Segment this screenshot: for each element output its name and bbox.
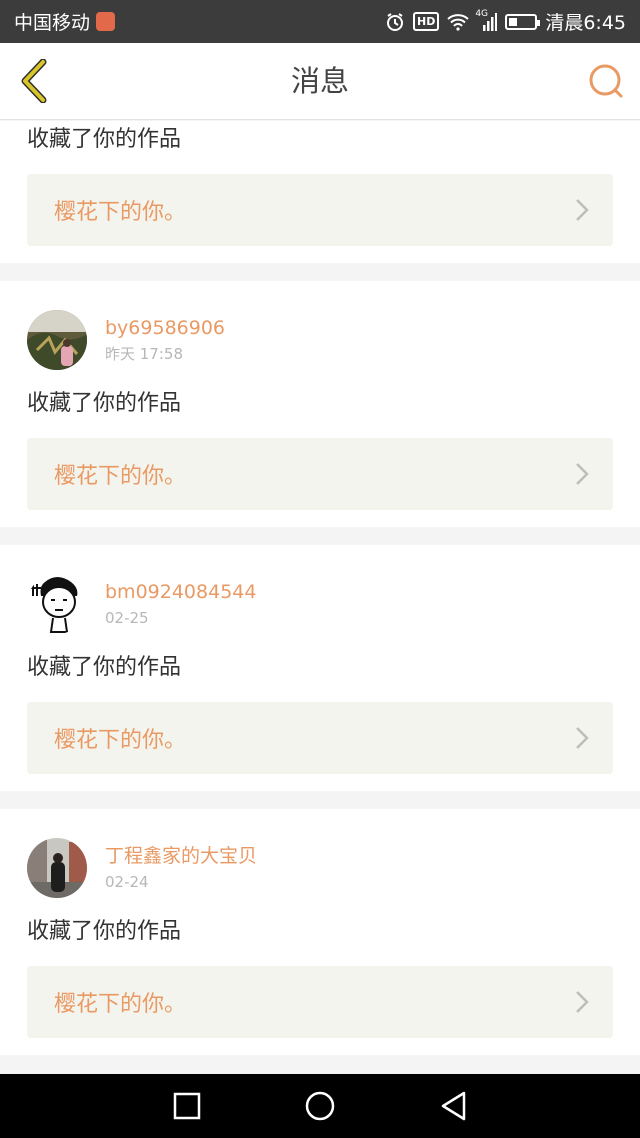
message-card: by69586906 昨天 17:58 收藏了你的作品 樱花下的你。 (0, 281, 640, 527)
status-left: 中国移动 (14, 8, 116, 35)
chevron-right-icon (575, 198, 589, 222)
alarm-icon (385, 12, 405, 32)
circle-icon (305, 1091, 335, 1121)
battery-level (509, 17, 517, 26)
chevron-right-icon (575, 726, 589, 750)
work-link[interactable]: 樱花下的你。 (27, 702, 613, 774)
username[interactable]: by69586906 (105, 315, 225, 341)
battery-icon (505, 13, 541, 30)
message-action-text: 收藏了你的作品 (27, 655, 182, 680)
message-time: 02-24 (105, 873, 149, 891)
message-action-text: 收藏了你的作品 (27, 919, 182, 944)
page-title: 消息 (290, 64, 349, 98)
work-link[interactable]: 樱花下的你。 (27, 438, 613, 510)
message-action-text: 收藏了你的作品 (27, 391, 182, 416)
message-card: 丁程鑫家的大宝贝 02-24 收藏了你的作品 樱花下的你。 (0, 809, 640, 1055)
work-title: 樱花下的你。 (54, 992, 187, 1017)
signal-icon: 4G (475, 9, 498, 31)
network-type: 4G (475, 8, 489, 19)
message-list: 收藏了你的作品 樱花下的你。 by69586906 昨天 17:58 收藏了你的… (0, 121, 640, 1074)
user-meta: by69586906 昨天 17:58 (105, 315, 225, 365)
chevron-right-icon (575, 462, 589, 486)
avatar[interactable] (27, 574, 87, 634)
username[interactable]: 丁程鑫家的大宝贝 (105, 843, 257, 869)
avatar[interactable] (27, 838, 87, 898)
wifi-icon (447, 13, 469, 31)
message-time: 02-25 (105, 609, 149, 627)
chevron-right-icon (575, 990, 589, 1014)
user-meta: bm0924084544 02-25 (105, 579, 256, 629)
message-time: 昨天 17:58 (105, 345, 183, 363)
hd-icon: HD (412, 12, 440, 31)
user-row[interactable]: bm0924084544 02-25 (27, 572, 256, 636)
work-link[interactable]: 樱花下的你。 (27, 966, 613, 1038)
search-button[interactable] (586, 61, 626, 101)
message-card: bm0924084544 02-25 收藏了你的作品 樱花下的你。 (0, 545, 640, 791)
system-navigation-bar (0, 1074, 640, 1138)
work-title: 樱花下的你。 (54, 728, 187, 753)
status-right: HD 4G 清晨6:45 (385, 8, 626, 35)
work-title: 樱花下的你。 (54, 464, 187, 489)
username[interactable]: bm0924084544 (105, 579, 256, 605)
chevron-left-icon (21, 59, 47, 103)
work-title: 樱花下的你。 (54, 200, 187, 225)
carrier-name: 中国移动 (14, 12, 91, 34)
avatar[interactable] (27, 310, 87, 370)
triangle-back-icon (442, 1091, 466, 1121)
notification-app-icon (96, 12, 116, 31)
work-link[interactable]: 樱花下的你。 (27, 174, 613, 246)
clock: 清晨6:45 (545, 12, 626, 34)
home-button[interactable] (296, 1082, 344, 1130)
square-icon (173, 1092, 200, 1120)
back-button[interactable] (14, 57, 54, 105)
search-icon (589, 64, 623, 98)
message-action-text: 收藏了你的作品 (27, 127, 182, 152)
message-card: 收藏了你的作品 樱花下的你。 (0, 121, 640, 263)
back-nav-button[interactable] (429, 1082, 477, 1130)
recent-apps-button[interactable] (163, 1082, 211, 1130)
status-bar: 中国移动 HD 4G 清晨6:45 (0, 0, 640, 43)
user-row[interactable]: 丁程鑫家的大宝贝 02-24 (27, 836, 257, 900)
user-meta: 丁程鑫家的大宝贝 02-24 (105, 843, 257, 893)
user-row[interactable]: by69586906 昨天 17:58 (27, 308, 225, 372)
header: 消息 (0, 43, 640, 120)
